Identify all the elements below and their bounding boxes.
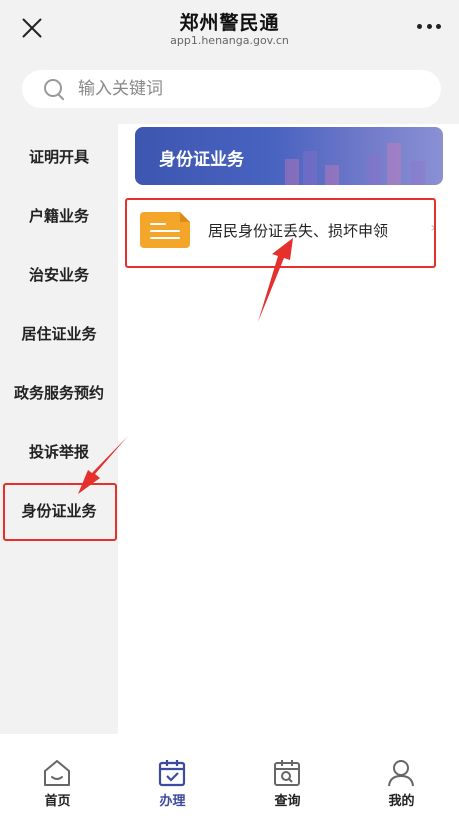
tab-home[interactable]: 首页 <box>0 734 115 838</box>
tab-handle[interactable]: 办理 <box>115 734 230 838</box>
sidebar-item-residence-permit[interactable]: 居住证业务 <box>0 323 118 344</box>
calendar-search-icon <box>274 760 300 786</box>
calendar-check-icon <box>158 760 186 787</box>
highlight-box-service <box>125 198 436 268</box>
section-banner: 身份证业务 <box>135 127 443 185</box>
home-icon <box>44 760 70 786</box>
tab-label-mine: 我的 <box>388 794 415 809</box>
search-input[interactable] <box>78 70 418 108</box>
highlight-box-sidebar <box>3 483 117 541</box>
sidebar-item-household[interactable]: 户籍业务 <box>0 205 118 226</box>
tab-label-home: 首页 <box>44 794 71 809</box>
app-domain: app1.henanga.gov.cn <box>170 34 289 47</box>
section-title: 身份证业务 <box>159 150 244 170</box>
app-title: 郑州警民通 <box>179 12 280 34</box>
more-options-icon[interactable] <box>417 24 441 30</box>
sidebar-item-certificate[interactable]: 证明开具 <box>0 146 118 167</box>
tab-query[interactable]: 查询 <box>230 734 345 838</box>
top-bar: 郑州警民通 app1.henanga.gov.cn <box>0 0 459 56</box>
user-icon <box>388 760 414 787</box>
tab-label-handle: 办理 <box>159 794 186 809</box>
tab-label-query: 查询 <box>274 794 301 809</box>
bottom-tab-bar: 首页 办理 查询 我的 <box>0 734 459 838</box>
sidebar-item-complaint[interactable]: 投诉举报 <box>0 441 118 462</box>
search-bar[interactable] <box>22 70 441 108</box>
category-sidebar: 证明开具 户籍业务 治安业务 居住证业务 政务服务预约 投诉举报 身份证业务 <box>0 124 118 734</box>
sidebar-item-appointment[interactable]: 政务服务预约 <box>0 382 118 403</box>
search-icon <box>44 79 62 97</box>
sidebar-item-public-security[interactable]: 治安业务 <box>0 264 118 285</box>
tab-mine[interactable]: 我的 <box>344 734 459 838</box>
